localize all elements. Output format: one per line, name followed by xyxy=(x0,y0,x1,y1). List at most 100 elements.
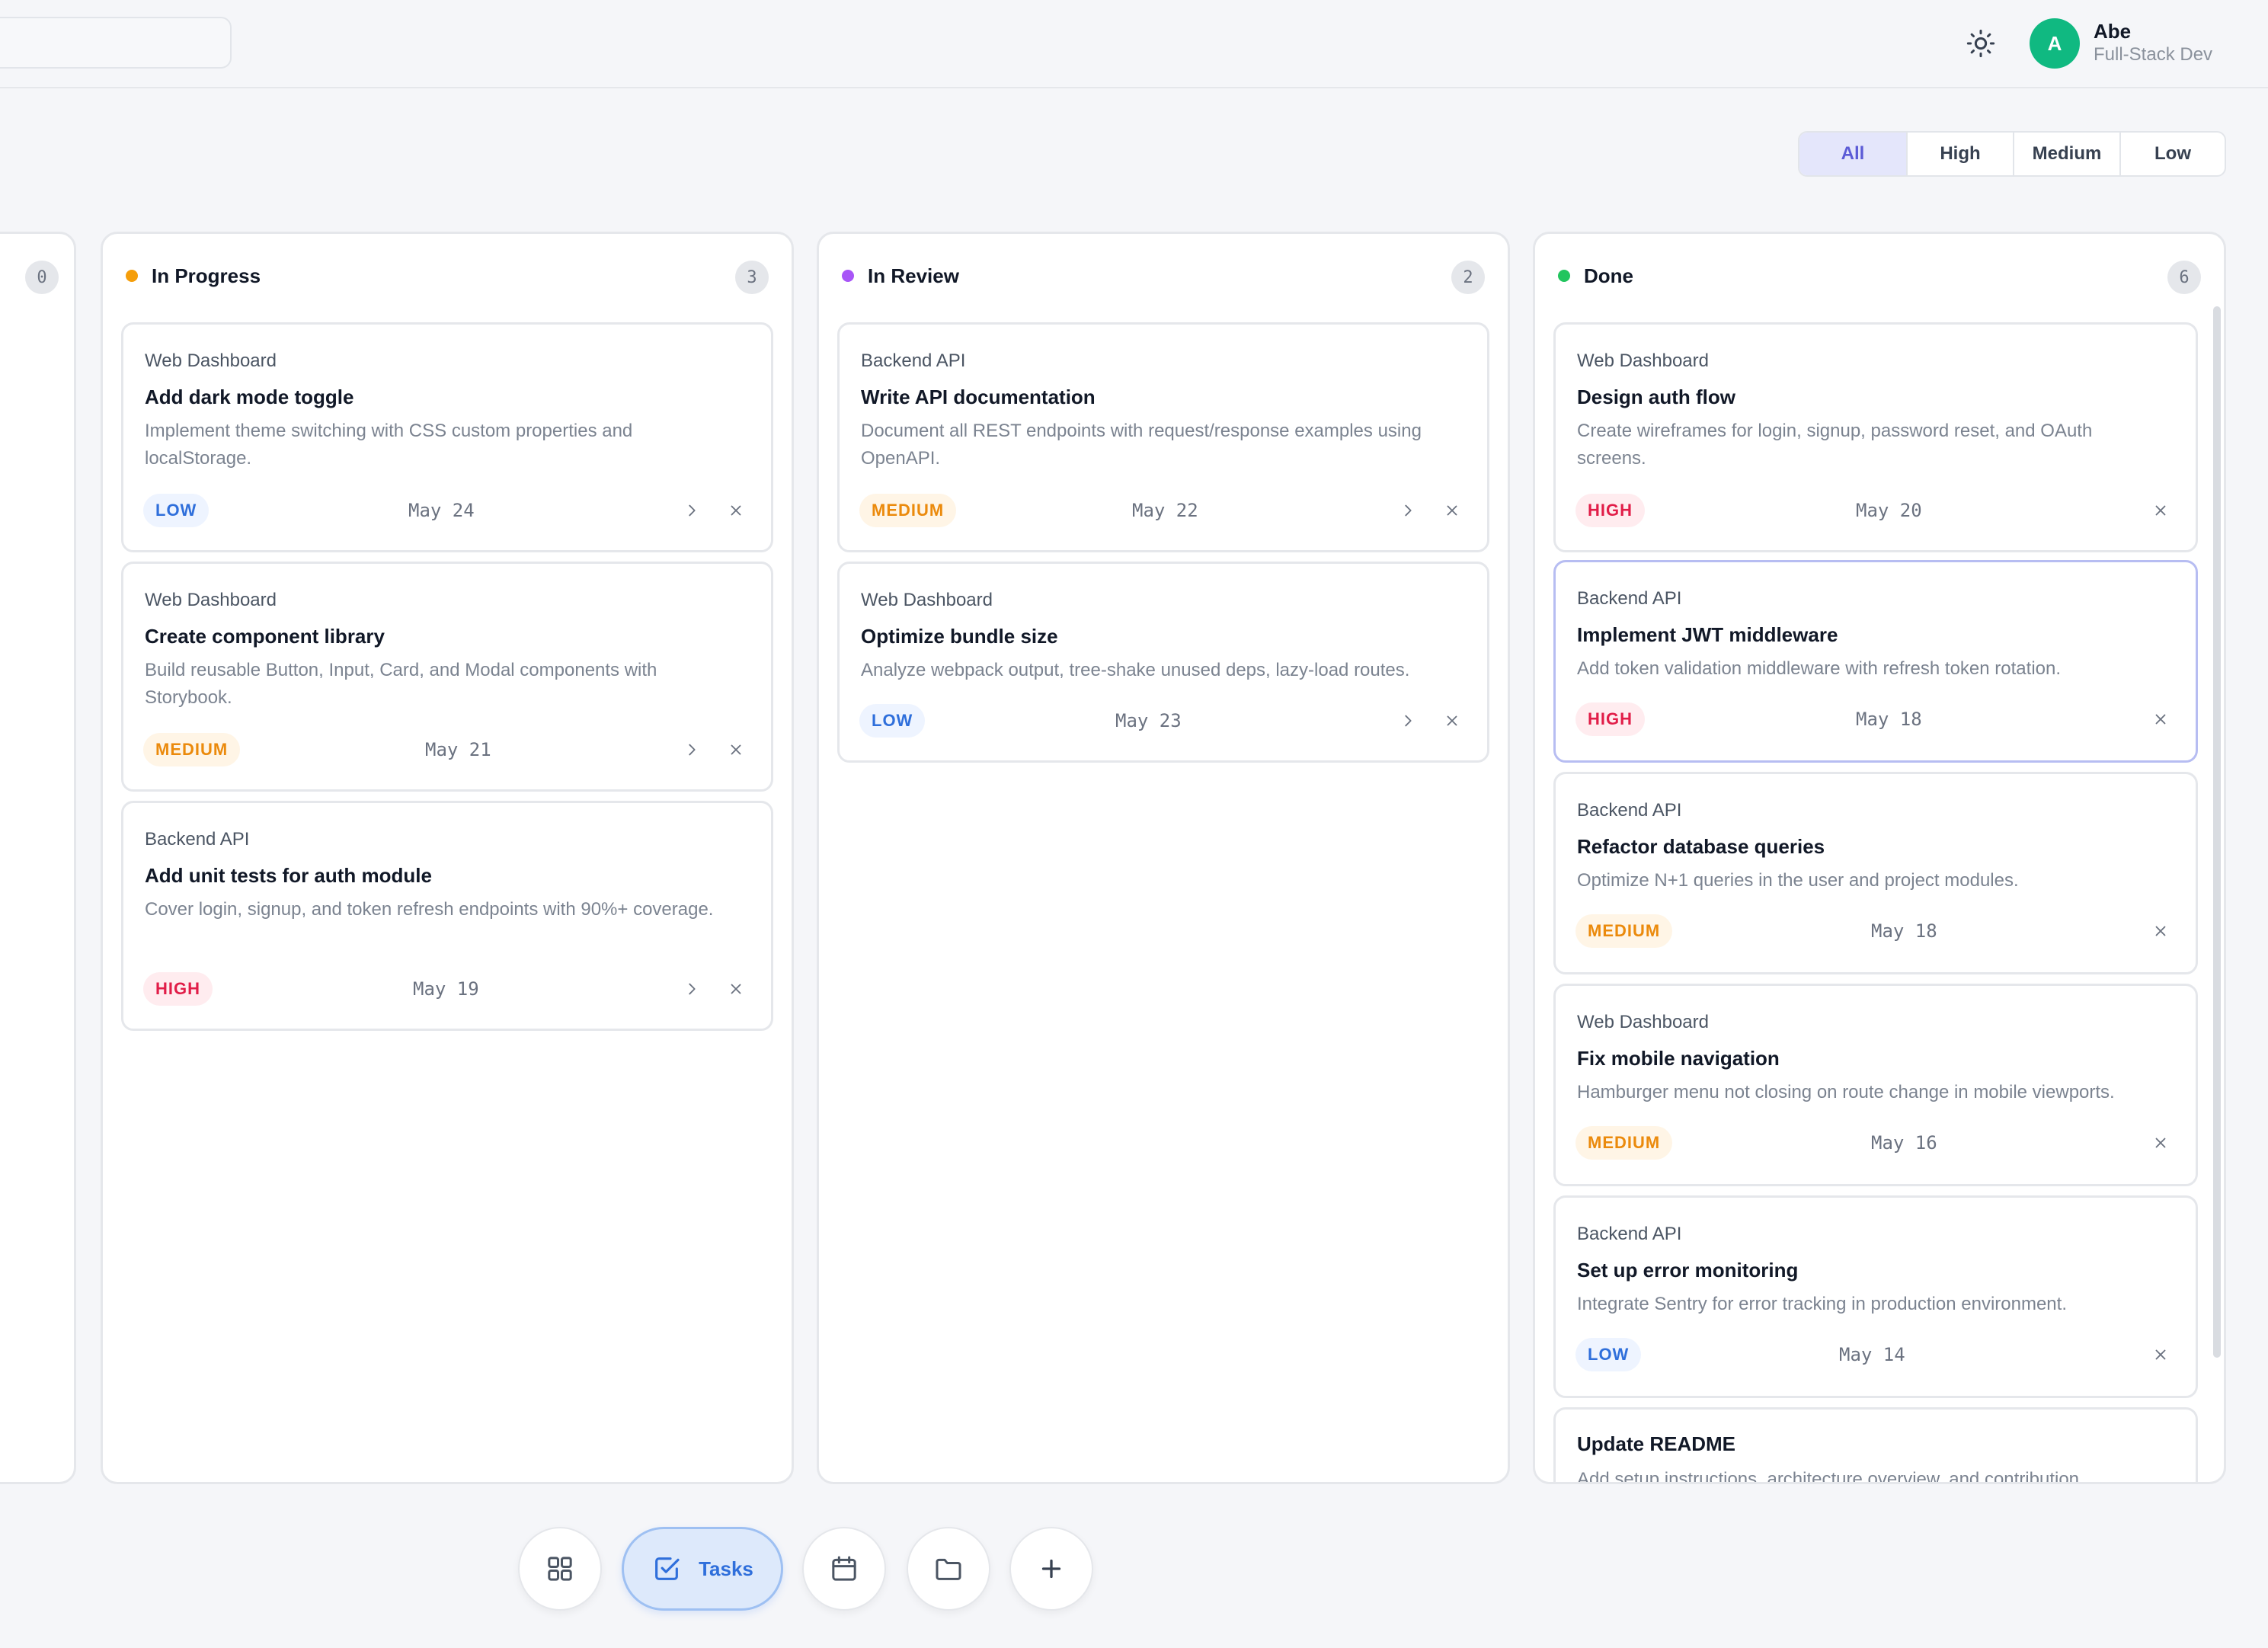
status-dot xyxy=(1558,270,1570,282)
column-count: 2 xyxy=(1451,261,1485,294)
priority-badge: LOW xyxy=(143,494,210,527)
grid-icon xyxy=(548,1557,572,1581)
add-task-button[interactable] xyxy=(1009,1527,1093,1611)
card-description: Optimize N+1 queries in the user and pro… xyxy=(1577,870,2019,891)
task-card[interactable]: Web Dashboard Add dark mode toggle Imple… xyxy=(121,322,773,552)
task-card[interactable]: Web Dashboard Optimize bundle size Analy… xyxy=(837,562,1489,763)
nav-dashboard-button[interactable] xyxy=(518,1527,602,1611)
theme-toggle-button[interactable] xyxy=(1963,26,1998,61)
move-button[interactable] xyxy=(678,975,705,1003)
close-icon xyxy=(1447,505,1457,516)
task-card[interactable]: Backend API Set up error monitoring Inte… xyxy=(1553,1195,2198,1398)
card-date: May 20 xyxy=(1856,500,1922,521)
card-description: Cover login, signup, and token refresh e… xyxy=(145,899,714,920)
close-icon xyxy=(2155,1138,2166,1148)
task-card[interactable]: Web Dashboard Create component library B… xyxy=(121,562,773,792)
task-card[interactable]: Backend API Refactor database queries Op… xyxy=(1553,772,2198,974)
column-in-review: In Review 2 Backend API Write API docume… xyxy=(817,232,1510,1484)
close-icon xyxy=(2155,505,2166,516)
card-project: Web Dashboard xyxy=(1577,350,1709,371)
card-title: Design auth flow xyxy=(1577,386,1735,408)
column-header: In Progress 3 xyxy=(103,234,792,307)
plus-icon xyxy=(1041,1559,1061,1579)
card-project: Web Dashboard xyxy=(861,590,993,610)
move-button[interactable] xyxy=(1394,707,1422,734)
priority-badge: HIGH xyxy=(1575,494,1645,527)
delete-button[interactable] xyxy=(722,736,750,763)
priority-badge: MEDIUM xyxy=(1575,1126,1673,1160)
filter-low[interactable]: Low xyxy=(2119,133,2225,175)
delete-button[interactable] xyxy=(2147,917,2174,945)
sun-icon xyxy=(1966,29,1995,58)
task-card[interactable]: Web Dashboard Fix mobile navigation Hamb… xyxy=(1553,984,2198,1186)
user-name: Abe xyxy=(2094,20,2132,43)
close-icon xyxy=(2155,1349,2166,1360)
filter-medium[interactable]: Medium xyxy=(2013,133,2119,175)
card-date: May 24 xyxy=(408,500,475,521)
nav-tasks-button[interactable]: Tasks xyxy=(622,1527,783,1611)
delete-button[interactable] xyxy=(2147,1341,2174,1368)
card-description: Add setup instructions, architecture ove… xyxy=(1577,1469,2080,1484)
checkbox-icon xyxy=(655,1557,680,1580)
delete-button[interactable] xyxy=(722,975,750,1003)
move-button[interactable] xyxy=(1394,497,1422,524)
priority-badge: MEDIUM xyxy=(143,733,241,766)
close-icon xyxy=(2155,714,2166,725)
calendar-icon xyxy=(832,1556,856,1581)
task-card[interactable]: Backend API Add unit tests for auth modu… xyxy=(121,801,773,1031)
card-date: May 18 xyxy=(1871,920,1937,942)
nav-projects-button[interactable] xyxy=(907,1527,990,1611)
nav-calendar-button[interactable] xyxy=(802,1527,886,1611)
move-button[interactable] xyxy=(678,736,705,763)
card-description: Document all REST endpoints with request… xyxy=(861,421,1422,469)
task-card[interactable]: Web Dashboard Design auth flow Create wi… xyxy=(1553,322,2198,552)
column-count: 0 xyxy=(25,261,59,294)
card-date: May 18 xyxy=(1856,709,1922,730)
card-date: May 16 xyxy=(1871,1132,1937,1154)
card-description: Add token validation middleware with ref… xyxy=(1577,658,2062,679)
task-card-selected[interactable]: Backend API Implement JWT middleware Add… xyxy=(1553,560,2198,763)
column-header: Done 6 xyxy=(1535,234,2224,307)
task-card[interactable]: Backend API Write API documentation Docu… xyxy=(837,322,1489,552)
chevron-right-icon xyxy=(689,983,696,995)
avatar-initial: A xyxy=(2047,31,2062,55)
card-title: Create component library xyxy=(145,625,385,648)
card-description: Analyze webpack output, tree-shake unuse… xyxy=(861,660,1410,680)
card-date: May 22 xyxy=(1132,500,1198,521)
priority-badge: MEDIUM xyxy=(1575,914,1673,948)
scrollbar[interactable] xyxy=(2213,306,2221,1358)
priority-badge: MEDIUM xyxy=(859,494,957,527)
delete-button[interactable] xyxy=(1438,707,1466,734)
chevron-right-icon xyxy=(689,504,696,517)
delete-button[interactable] xyxy=(2147,1129,2174,1157)
priority-badge: LOW xyxy=(859,704,926,738)
chevron-right-icon xyxy=(689,744,696,756)
column-title: In Progress xyxy=(152,264,261,287)
move-button[interactable] xyxy=(678,497,705,524)
avatar[interactable]: A xyxy=(2030,18,2080,69)
status-dot xyxy=(126,270,138,282)
close-icon xyxy=(731,984,741,994)
column-done: Done 6 Web Dashboard Design auth flow Cr… xyxy=(1533,232,2226,1484)
filter-all[interactable]: All xyxy=(1799,133,1906,175)
task-card[interactable]: Update README Add setup instructions, ar… xyxy=(1553,1407,2198,1484)
column-header: In Review 2 xyxy=(819,234,1508,307)
status-dot xyxy=(842,270,854,282)
chevron-right-icon xyxy=(1405,715,1412,727)
card-date: May 21 xyxy=(425,739,491,760)
nav-tasks-label: Tasks xyxy=(699,1557,753,1580)
delete-button[interactable] xyxy=(722,497,750,524)
card-description: Build reusable Button, Input, Card, and … xyxy=(145,660,657,708)
filter-high[interactable]: High xyxy=(1906,133,2013,175)
column-count: 3 xyxy=(735,261,769,294)
folder-icon xyxy=(936,1558,961,1580)
column-title: Done xyxy=(1584,264,1633,287)
card-description: Hamburger menu not closing on route chan… xyxy=(1577,1082,2115,1102)
delete-button[interactable] xyxy=(2147,706,2174,733)
card-title: Set up error monitoring xyxy=(1577,1259,1799,1282)
delete-button[interactable] xyxy=(2147,497,2174,524)
delete-button[interactable] xyxy=(1438,497,1466,524)
search-input[interactable] xyxy=(0,17,232,69)
top-bar: A Abe Full-Stack Dev xyxy=(0,0,2268,88)
card-date: May 19 xyxy=(413,978,479,1000)
